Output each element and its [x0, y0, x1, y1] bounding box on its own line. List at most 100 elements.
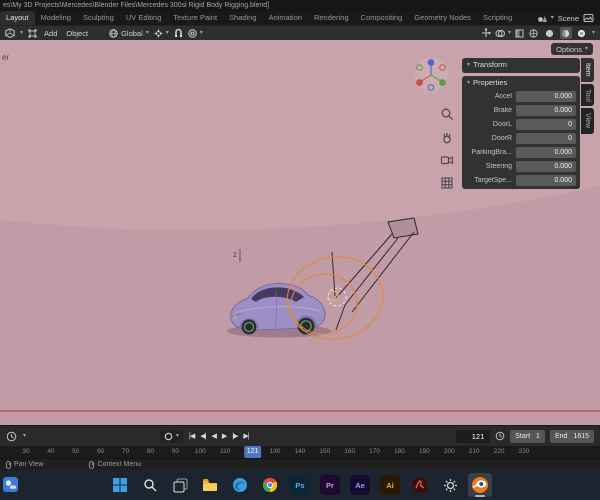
snap-magnet-icon[interactable] — [174, 28, 183, 38]
property-value-field[interactable]: 0.000 — [516, 146, 576, 158]
ruler-tick-220[interactable]: 220 — [494, 448, 505, 455]
property-value-field[interactable]: 0.000 — [516, 174, 576, 186]
ruler-tick-210[interactable]: 210 — [469, 448, 480, 455]
file-explorer-icon[interactable] — [198, 473, 222, 497]
task-view-icon[interactable] — [168, 473, 192, 497]
pan-tool-icon[interactable] — [439, 129, 455, 145]
jump-to-start-button[interactable]: |◀ — [189, 432, 195, 440]
sidebar-tab-tool[interactable]: Tool — [581, 83, 594, 107]
sidebar-tab-item[interactable]: Item — [581, 58, 594, 82]
ruler-tick-200[interactable]: 200 — [444, 448, 455, 455]
property-value-field[interactable]: 0.000 — [516, 104, 576, 116]
ruler-tick-110[interactable]: 110 — [220, 448, 230, 455]
ruler-tick-60[interactable]: 60 — [97, 448, 104, 455]
editor-type-icon[interactable] — [5, 28, 15, 38]
previous-keyframe-button[interactable]: ◀| — [200, 432, 206, 440]
shading-solid-icon[interactable] — [544, 27, 556, 39]
xray-toggle-icon[interactable] — [515, 29, 524, 38]
settings-icon[interactable] — [438, 473, 462, 497]
scene-name[interactable]: Scene — [558, 14, 579, 23]
options-button[interactable]: Options ▾ — [551, 43, 593, 55]
orientation-dropdown[interactable]: Global ▾ — [109, 29, 149, 38]
ruler-tick-150[interactable]: 150 — [319, 448, 330, 455]
object-mode-icon[interactable] — [28, 29, 37, 38]
windows-taskbar: Ps Pr Ae Ai — [0, 470, 600, 500]
widgets-icon[interactable] — [3, 477, 19, 493]
playhead[interactable]: 121 — [243, 446, 262, 458]
jump-to-end-button[interactable]: ▶| — [243, 432, 249, 440]
ruler-tick-90[interactable]: 90 — [172, 448, 179, 455]
overlays-dropdown[interactable]: ▾ — [495, 29, 511, 38]
shading-wireframe-icon[interactable] — [528, 27, 540, 39]
ruler-tick-130[interactable]: 130 — [270, 448, 281, 455]
ruler-tick-50[interactable]: 50 — [72, 448, 79, 455]
toggle-ortho-icon[interactable] — [439, 175, 455, 191]
ruler-tick-40[interactable]: 40 — [47, 448, 54, 455]
end-label: End — [554, 432, 568, 440]
transform-panel-header[interactable]: ▾ Transform — [462, 58, 580, 71]
properties-panel-header[interactable]: ▾ Properties — [462, 76, 580, 89]
ruler-tick-140[interactable]: 140 — [294, 448, 305, 455]
navigation-gizmo[interactable] — [412, 56, 450, 99]
workspace-tab-compositing[interactable]: Compositing — [355, 11, 409, 25]
current-frame-field[interactable]: 121 — [456, 429, 491, 443]
proportional-edit-dropdown[interactable]: ▾ — [188, 28, 203, 38]
show-gizmo-icon[interactable] — [481, 28, 491, 38]
shading-rendered-icon[interactable] — [576, 27, 588, 39]
snap-target-dropdown[interactable]: ▾ — [154, 29, 169, 38]
ruler-tick-30[interactable]: 30 — [22, 448, 29, 455]
auto-keying-toggle[interactable]: ▾ — [160, 429, 184, 443]
ruler-tick-80[interactable]: 80 — [147, 448, 154, 455]
object-menu[interactable]: Object — [64, 29, 90, 38]
view-layer-icon[interactable] — [583, 13, 594, 23]
workspace-tab-scripting[interactable]: Scripting — [477, 11, 518, 25]
chevron-down-icon: ▾ — [591, 30, 595, 36]
zoom-tool-icon[interactable] — [439, 106, 455, 122]
end-frame-field[interactable]: End 1615 — [549, 429, 594, 443]
timeline-editor-icon[interactable] — [6, 431, 17, 442]
camera-view-icon[interactable] — [439, 152, 455, 168]
search-icon[interactable] — [138, 473, 162, 497]
workspace-tab-rendering[interactable]: Rendering — [308, 11, 355, 25]
property-row-targetspe: TargetSpe... 0.000 — [462, 173, 580, 187]
aftereffects-icon[interactable]: Ae — [348, 473, 372, 497]
workspace-tab-sculpting[interactable]: Sculpting — [77, 11, 120, 25]
illustrator-icon[interactable]: Ai — [378, 473, 402, 497]
blender-app-icon[interactable] — [468, 473, 492, 497]
workspace-tab-layout[interactable]: Layout — [0, 11, 35, 25]
workspace-tab-shading[interactable]: Shading — [223, 11, 263, 25]
shading-material-icon[interactable] — [559, 27, 572, 39]
ruler-tick-230[interactable]: 230 — [519, 448, 530, 455]
preview-range-icon[interactable] — [495, 431, 505, 441]
next-keyframe-button[interactable]: |▶ — [232, 432, 238, 440]
ruler-tick-70[interactable]: 70 — [122, 448, 129, 455]
workspace-tab-uv-editing[interactable]: UV Editing — [120, 11, 167, 25]
ruler-tick-100[interactable]: 100 — [195, 448, 206, 455]
timeline-ruler[interactable]: 121 30 40 50 60 70 80 90 100 110 130 140 150 160 170 1… — [0, 446, 600, 458]
workspace-tab-animation[interactable]: Animation — [263, 11, 308, 25]
sidebar-tabs: Item Tool View — [581, 58, 594, 134]
property-value-field[interactable]: 0.000 — [516, 160, 576, 172]
ruler-tick-190[interactable]: 190 — [419, 448, 430, 455]
property-value-field[interactable]: 0 — [516, 132, 576, 144]
add-menu[interactable]: Add — [42, 29, 59, 38]
workspace-tab-texture-paint[interactable]: Texture Paint — [167, 11, 223, 25]
ruler-tick-180[interactable]: 180 — [394, 448, 405, 455]
start-frame-field[interactable]: Start 1 — [510, 429, 545, 443]
workspace-tab-geometry-nodes[interactable]: Geometry Nodes — [408, 11, 477, 25]
photoshop-icon[interactable]: Ps — [288, 473, 312, 497]
acrobat-icon[interactable] — [408, 473, 432, 497]
workspace-tab-modeling[interactable]: Modeling — [35, 11, 77, 25]
premiere-icon[interactable]: Pr — [318, 473, 342, 497]
chrome-browser-icon[interactable] — [258, 473, 282, 497]
play-reverse-button[interactable]: ◀ — [211, 432, 216, 440]
start-button[interactable] — [108, 473, 132, 497]
property-value-field[interactable]: 0 — [516, 118, 576, 130]
3d-viewport[interactable]: z er Options ▾ ▾ Transform ▾ Properties … — [0, 40, 600, 425]
play-button[interactable]: ▶ — [222, 432, 227, 440]
sidebar-tab-view[interactable]: View — [581, 108, 594, 134]
ruler-tick-170[interactable]: 170 — [369, 448, 380, 455]
edge-browser-icon[interactable] — [228, 473, 252, 497]
ruler-tick-160[interactable]: 160 — [344, 448, 355, 455]
property-value-field[interactable]: 0.000 — [516, 90, 576, 102]
